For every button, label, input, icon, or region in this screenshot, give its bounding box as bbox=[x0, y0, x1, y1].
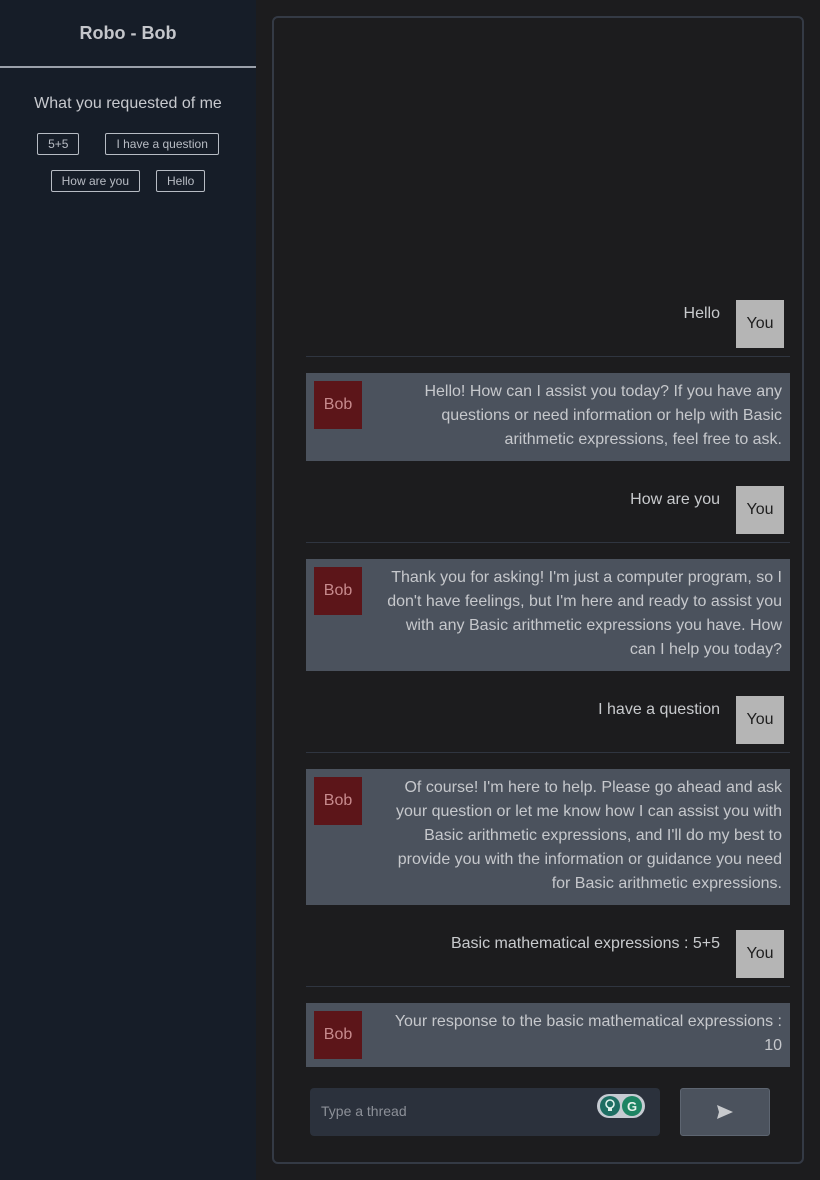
bot-message: Bob Hello! How can I assist you today? I… bbox=[306, 373, 790, 461]
send-icon bbox=[717, 1105, 733, 1119]
lightbulb-icon[interactable] bbox=[600, 1096, 620, 1116]
message-text: Of course! I'm here to help. Please go a… bbox=[396, 779, 782, 892]
message-input-box: G bbox=[310, 1088, 660, 1136]
extension-pill[interactable]: G bbox=[597, 1094, 645, 1118]
history-chip[interactable]: How are you bbox=[50, 170, 140, 192]
bot-message: Bob Of course! I'm here to help. Please … bbox=[306, 769, 790, 905]
divider bbox=[306, 542, 790, 543]
user-message: Hello You bbox=[306, 300, 790, 348]
message-text: Hello bbox=[683, 305, 720, 322]
message-text: Your response to the basic mathematical … bbox=[394, 1013, 782, 1054]
history-chip[interactable]: I have a question bbox=[105, 133, 219, 155]
message-input[interactable] bbox=[310, 1088, 603, 1134]
user-avatar: You bbox=[736, 300, 784, 348]
divider bbox=[306, 986, 790, 987]
bot-avatar: Bob bbox=[314, 777, 362, 825]
request-history: 5+5 I have a question How are you Hello bbox=[0, 133, 256, 192]
message-text: I have a question bbox=[598, 701, 720, 718]
history-chip[interactable]: Hello bbox=[156, 170, 206, 192]
sidebar-subtitle: What you requested of me bbox=[34, 95, 222, 112]
user-message: I have a question You bbox=[306, 696, 790, 744]
user-avatar: You bbox=[736, 486, 784, 534]
chat-panel: Hello You Bob Hello! How can I assist yo… bbox=[272, 16, 804, 1164]
user-avatar: You bbox=[736, 930, 784, 978]
message-list[interactable]: Hello You Bob Hello! How can I assist yo… bbox=[306, 18, 790, 1072]
divider bbox=[306, 356, 790, 357]
user-avatar: You bbox=[736, 696, 784, 744]
bot-message: Bob Your response to the basic mathemati… bbox=[306, 1003, 790, 1067]
user-message: How are you You bbox=[306, 486, 790, 534]
sidebar: Robo - Bob What you requested of me 5+5 … bbox=[0, 0, 256, 1180]
send-button[interactable] bbox=[680, 1088, 770, 1136]
bot-avatar: Bob bbox=[314, 381, 362, 429]
divider bbox=[306, 752, 790, 753]
message-text: Basic mathematical expressions : 5+5 bbox=[450, 935, 720, 952]
grammarly-icon[interactable]: G bbox=[622, 1096, 642, 1116]
bot-message: Bob Thank you for asking! I'm just a com… bbox=[306, 559, 790, 671]
app-title: Robo - Bob bbox=[0, 0, 256, 68]
history-chip[interactable]: 5+5 bbox=[37, 133, 80, 155]
message-text: Hello! How can I assist you today? If yo… bbox=[424, 383, 782, 448]
message-text: Thank you for asking! I'm just a compute… bbox=[387, 569, 782, 658]
message-text: How are you bbox=[630, 491, 720, 508]
user-message: Basic mathematical expressions : 5+5 You bbox=[306, 930, 790, 978]
bot-avatar: Bob bbox=[314, 1011, 362, 1059]
bot-avatar: Bob bbox=[314, 567, 362, 615]
